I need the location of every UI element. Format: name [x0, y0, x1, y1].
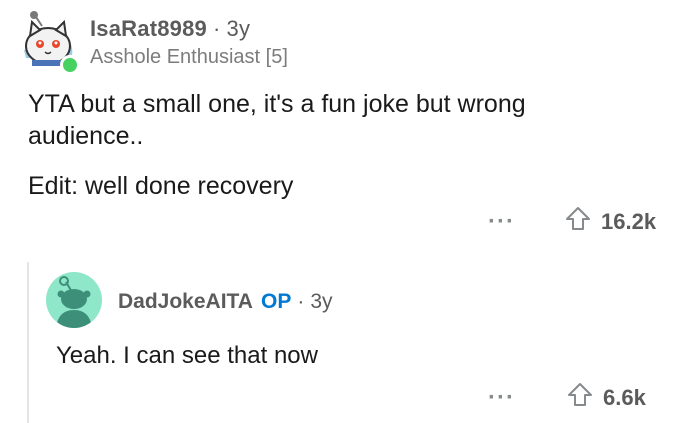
online-status-dot [60, 55, 80, 75]
reply-author-name[interactable]: DadJokeAITA [118, 290, 253, 313]
separator-dot: · [297, 290, 305, 313]
op-badge: OP [260, 290, 292, 313]
user-flair: Asshole Enthusiast [5] [90, 46, 288, 68]
reply-body: Yeah. I can see that now [56, 342, 318, 369]
upvote-arrow-icon[interactable] [567, 382, 593, 414]
upvote-arrow-icon[interactable] [565, 206, 591, 238]
comment-author[interactable]: IsaRat8989 · 3y [90, 16, 250, 42]
reply-avatar[interactable] [46, 272, 102, 328]
upvote-count: 16.2k [601, 209, 657, 234]
separator-dot: · [212, 16, 221, 41]
upvote-control[interactable]: 16.2k [565, 206, 656, 238]
author-name[interactable]: IsaRat8989 [90, 16, 207, 41]
reply-upvote-control[interactable]: 6.6k [567, 382, 646, 414]
reply-author[interactable]: DadJokeAITA OP · 3y [118, 290, 333, 314]
reply-more-options-button[interactable]: ··· [488, 384, 515, 412]
more-options-button[interactable]: ··· [488, 208, 515, 236]
comment-body-line1: YTA but a small one, it's a fun joke but… [28, 90, 526, 150]
comment-body-line2: Edit: well done recovery [28, 172, 294, 200]
reply-upvote-count: 6.6k [603, 385, 646, 410]
comment-age: 3y [226, 16, 251, 41]
thread-line[interactable] [27, 262, 29, 423]
reply-age: 3y [310, 290, 333, 313]
